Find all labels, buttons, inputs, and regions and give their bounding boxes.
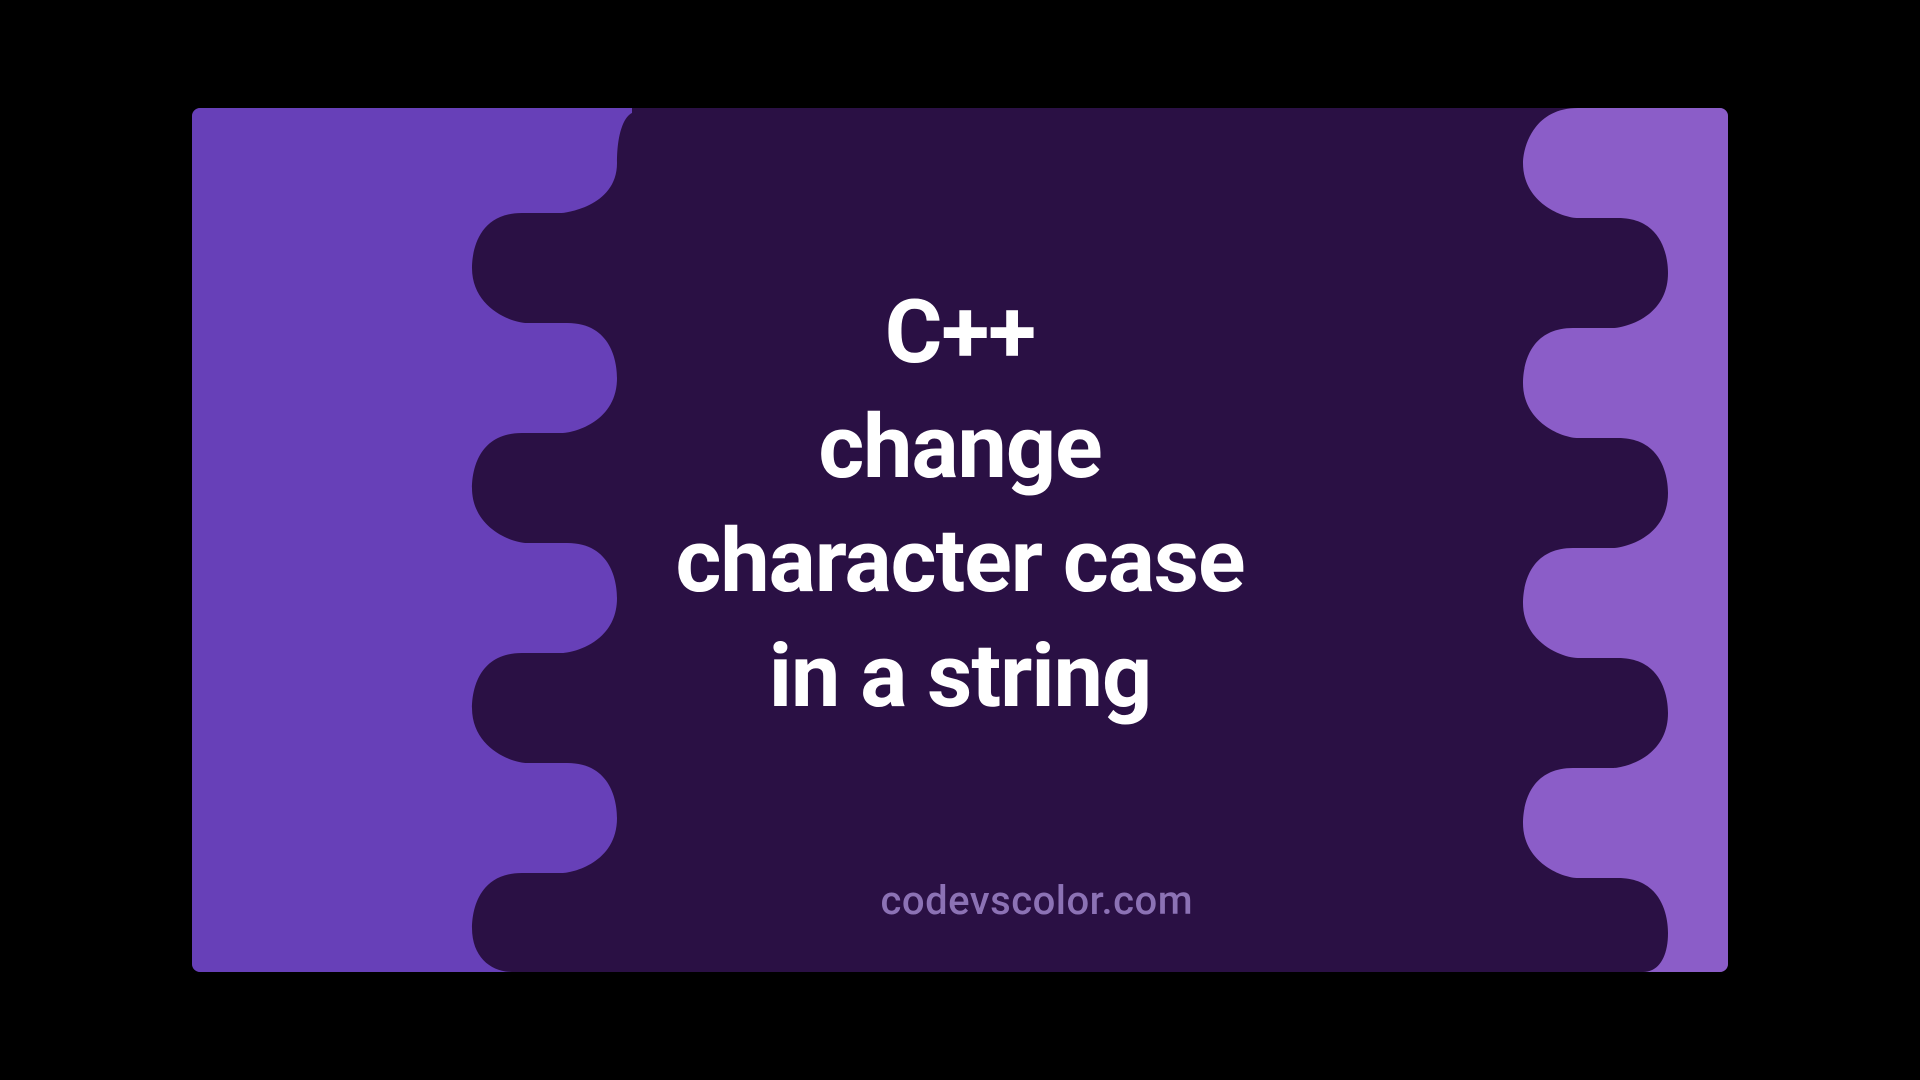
banner-card: C++ change character case in a string co… bbox=[192, 108, 1728, 972]
decorative-blob-right bbox=[1398, 108, 1728, 972]
decorative-blob-left bbox=[192, 108, 632, 972]
site-credit: codevscolor.com bbox=[881, 877, 1194, 924]
banner-title: C++ change character case in a string bbox=[675, 277, 1244, 735]
